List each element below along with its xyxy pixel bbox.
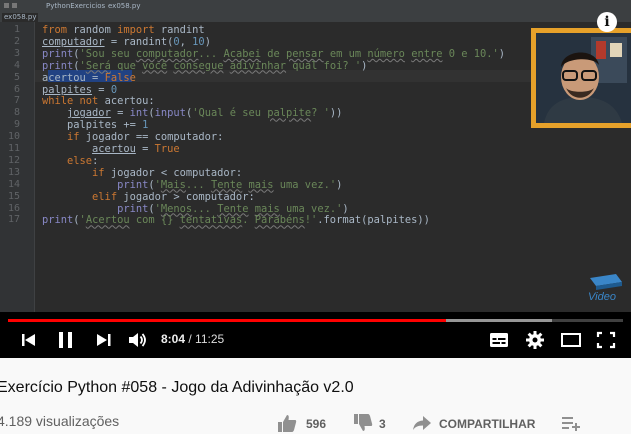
info-icon[interactable]: i [597,12,617,32]
fullscreen-icon[interactable] [595,330,617,350]
line-number: 17 [7,214,20,226]
code-line: print('Sou seu computador... Acabei de p… [42,47,506,60]
time-current: 8:04 [161,332,186,346]
pause-icon[interactable] [55,330,77,350]
time-duration: 11:25 [195,332,225,346]
video-actions: 596 3 COMPARTILHAR [275,414,631,434]
line-number: 9 [13,119,20,131]
line-number: 16 [7,202,20,214]
line-number: 14 [7,178,20,190]
line-number: 15 [7,190,20,202]
ide-menu-icon [4,3,9,8]
subtitles-icon[interactable] [488,330,510,350]
code-line: else: [67,154,99,167]
code-line: if jogador < computador: [92,166,243,179]
player-controls: 8:04 / 11:25 [0,322,631,358]
video-logo-icon [590,274,622,290]
dislike-icon[interactable] [353,414,373,432]
line-number: 2 [13,35,20,47]
line-number: 5 [13,71,20,83]
line-number: 11 [7,143,20,154]
code-line: print('Mais... Tente mais uma vez.') [117,178,343,191]
video-title: Exercício Python #058 - Jogo da Adivinha… [0,379,354,396]
like-count: 596 [306,417,327,431]
share-icon[interactable] [412,415,432,431]
time-display: 8:04 / 11:25 [161,332,224,346]
line-number: 3 [13,47,20,59]
code-line: elif jogador > computador: [92,190,255,203]
time-separator: / [185,332,196,346]
settings-gear-icon[interactable] [524,330,546,350]
video-watermark: Video [586,272,626,306]
skip-next-icon[interactable] [93,330,115,350]
like-icon[interactable] [277,414,297,432]
line-number: 1 [13,24,20,35]
dislike-count: 3 [379,417,386,431]
code-line: while not acertou: [42,95,155,108]
code-line: from random import randint [42,24,205,36]
line-number: 12 [7,154,20,166]
code-line: palpites += 1 [67,119,149,132]
code-line: acertou = True [92,143,180,155]
ide-tab-project[interactable]: PythonExercicios [46,1,105,11]
code-line: print('Será que você consegue adivinhar … [42,59,368,72]
line-number: 8 [13,107,20,119]
webcam-overlay [531,28,631,128]
ide-tab-file[interactable]: ex058.py [4,12,37,22]
theater-mode-icon[interactable] [560,330,582,350]
line-number: 13 [7,166,20,178]
code-line: jogador = int(input('Qual é seu palpite?… [67,107,343,120]
line-number: 10 [7,131,20,143]
presenter-figure [536,33,631,123]
ide-menu-icon [12,3,17,8]
code-line: if jogador == computador: [67,131,224,144]
skip-previous-icon[interactable] [19,330,41,350]
share-button[interactable]: COMPARTILHAR [439,417,535,431]
code-line: palpites = 0 [42,83,118,96]
code-line: print('Acertou com {} tentativas. Parabé… [42,214,430,227]
code-line-current: acertou = False [42,71,136,84]
code-line: computador = randint(0, 10) [42,35,211,48]
ide-tab-file-2[interactable]: ex058.py [108,1,141,11]
video-logo-label: Video [588,291,616,303]
presenter-video [536,33,631,123]
code-line: print('Menos... Tente mais uma vez.') [117,202,349,215]
line-number: 4 [13,59,20,71]
line-number: 7 [13,95,20,107]
line-number: 6 [13,83,20,95]
video-player[interactable]: ex058.py PythonExercicios ex058.py 1 2 3… [0,0,631,358]
save-to-playlist-icon[interactable] [561,415,581,431]
ide-toolbar: ex058.py PythonExercicios ex058.py [0,0,631,22]
volume-icon[interactable] [127,330,149,350]
